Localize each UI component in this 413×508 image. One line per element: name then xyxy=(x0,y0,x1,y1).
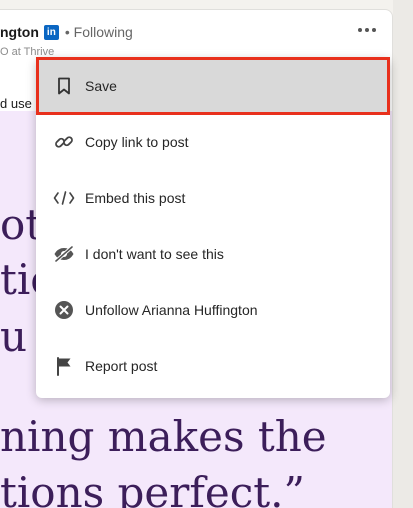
menu-item-label: I don't want to see this xyxy=(85,246,224,262)
menu-item-label: Unfollow Arianna Huffington xyxy=(85,302,258,318)
close-circle-icon xyxy=(53,299,75,321)
more-dot-icon xyxy=(358,28,362,32)
follow-status: • Following xyxy=(64,24,133,40)
more-dot-icon xyxy=(365,28,369,32)
author-subtitle: O at Thrive xyxy=(0,46,55,58)
bookmark-icon xyxy=(53,75,75,97)
menu-item-copy-link[interactable]: Copy link to post xyxy=(36,114,390,170)
menu-item-label: Copy link to post xyxy=(85,134,189,150)
menu-item-embed[interactable]: Embed this post xyxy=(36,170,390,226)
link-icon xyxy=(53,131,75,153)
post-author-line: ngton in • Following xyxy=(0,24,133,40)
menu-item-save[interactable]: Save xyxy=(36,58,390,114)
menu-item-hide-post[interactable]: I don't want to see this xyxy=(36,226,390,282)
flag-icon xyxy=(53,355,75,377)
menu-item-label: Save xyxy=(85,78,117,94)
post-options-menu: Save Copy link to post Embed this post I… xyxy=(36,58,390,398)
linkedin-badge-icon: in xyxy=(43,24,59,40)
eye-slash-icon xyxy=(53,243,75,265)
screen: ngton in • Following O at Thrive d use o… xyxy=(0,0,413,508)
code-icon xyxy=(53,187,75,209)
more-options-button[interactable] xyxy=(358,28,376,32)
quote-line: tions perfect.” xyxy=(0,468,305,508)
author-name[interactable]: ngton xyxy=(0,24,39,40)
menu-item-label: Embed this post xyxy=(85,190,186,206)
post-text: d use xyxy=(0,96,32,111)
feed-background xyxy=(393,0,413,508)
menu-item-label: Report post xyxy=(85,358,158,374)
more-dot-icon xyxy=(372,28,376,32)
menu-item-unfollow[interactable]: Unfollow Arianna Huffington xyxy=(36,282,390,338)
menu-item-report[interactable]: Report post xyxy=(36,338,390,394)
quote-line: ning makes the xyxy=(0,412,327,461)
